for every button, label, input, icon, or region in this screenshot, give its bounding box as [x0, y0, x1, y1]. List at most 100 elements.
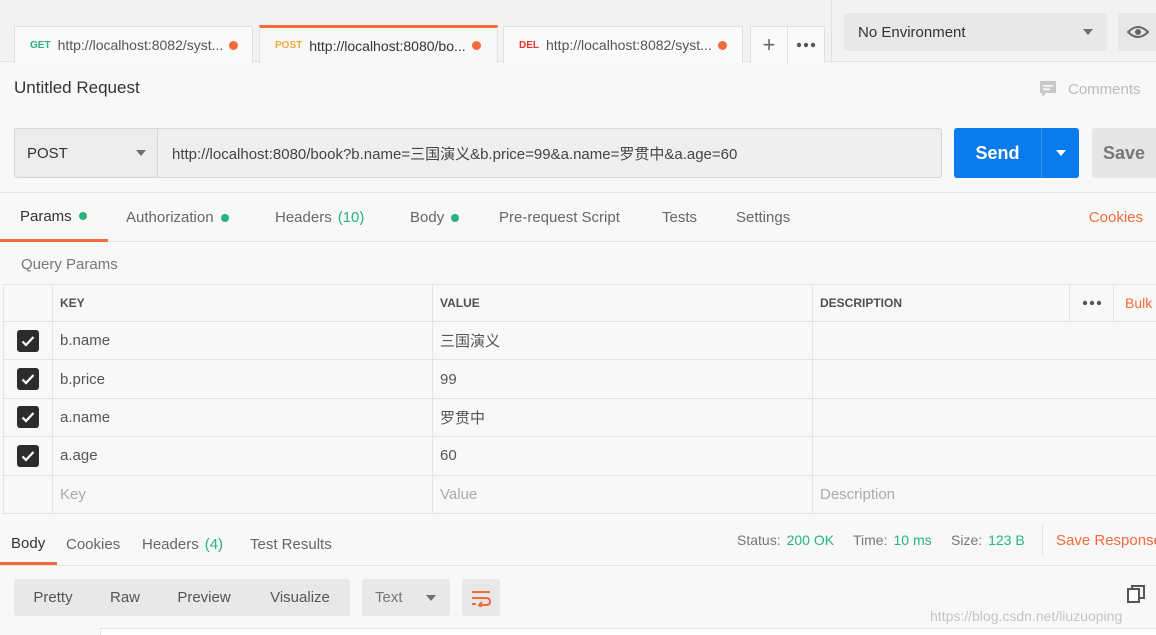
active-dot-icon	[451, 213, 460, 222]
row-checkbox-cell	[4, 437, 52, 474]
param-value[interactable]: 99	[432, 360, 812, 398]
save-button[interactable]: Save	[1092, 128, 1156, 178]
format-select[interactable]: Text	[362, 579, 450, 616]
more-dots-icon	[1082, 300, 1101, 306]
tab-label: Params	[20, 207, 72, 225]
param-key[interactable]: b.name	[52, 322, 432, 360]
tab-tests[interactable]: Tests	[662, 193, 697, 242]
view-raw-button[interactable]: Raw	[92, 579, 158, 616]
view-visualize-button[interactable]: Visualize	[250, 579, 350, 616]
status-label: Status:	[737, 532, 781, 548]
param-description[interactable]	[812, 360, 1156, 398]
table-header-row: KEY VALUE DESCRIPTION Bulk	[3, 284, 1156, 322]
param-description[interactable]	[812, 398, 1156, 437]
tab-authorization[interactable]: Authorization	[126, 193, 229, 242]
request-tab-post[interactable]: POST http://localhost:8080/bo...	[259, 25, 498, 63]
active-dot-icon	[220, 213, 229, 222]
tab-response-body[interactable]: Body	[0, 524, 57, 565]
environment-select[interactable]: No Environment	[844, 13, 1107, 51]
param-value[interactable]: 三国演义	[432, 322, 812, 360]
time-readout: Time: 10 ms	[853, 524, 932, 556]
tab-url: http://localhost:8080/bo...	[309, 37, 466, 54]
new-description-input[interactable]: Description	[812, 475, 1156, 513]
send-button[interactable]: Send	[954, 128, 1079, 178]
tab-response-headers[interactable]: Headers (4)	[142, 524, 223, 565]
row-checkbox-cell	[4, 360, 52, 397]
row-checkbox-cell	[4, 476, 52, 513]
enable-checkbox[interactable]	[17, 329, 39, 352]
checkmark-icon	[21, 451, 35, 462]
param-description[interactable]	[812, 322, 1156, 360]
header-checkbox-cell	[4, 285, 52, 321]
response-body-editor[interactable]	[100, 628, 1156, 635]
request-tab-del[interactable]: DEL http://localhost:8082/syst...	[503, 26, 743, 63]
param-value[interactable]: 罗贯中	[432, 398, 812, 437]
copy-button[interactable]	[1127, 585, 1145, 607]
save-response-button[interactable]: Save Response	[1042, 524, 1156, 556]
enable-checkbox[interactable]	[17, 368, 39, 391]
wrap-lines-button[interactable]	[462, 579, 500, 616]
chevron-down-icon	[1055, 150, 1066, 156]
tab-prerequest-script[interactable]: Pre-request Script	[499, 193, 620, 242]
request-tab-get[interactable]: GET http://localhost:8082/syst...	[14, 26, 253, 63]
comments-button[interactable]: Comments	[1038, 79, 1141, 99]
new-tab-button[interactable]: +	[750, 26, 788, 63]
environment-quick-look-button[interactable]	[1118, 13, 1156, 51]
table-row: a.name 罗贯中	[3, 398, 1156, 438]
table-options-button[interactable]	[1069, 285, 1114, 321]
watermark: https://blog.csdn.net/liuzuoping	[930, 608, 1123, 624]
param-description[interactable]	[812, 437, 1156, 475]
view-mode-group: Pretty Raw Preview Visualize	[14, 579, 350, 616]
new-key-input[interactable]: Key	[52, 475, 432, 513]
tab-settings[interactable]: Settings	[736, 193, 790, 242]
tab-headers[interactable]: Headers (10)	[275, 193, 364, 242]
tab-label: Headers	[275, 209, 332, 226]
view-preview-button[interactable]: Preview	[158, 579, 250, 616]
column-header-key: KEY	[52, 285, 432, 321]
tab-test-results[interactable]: Test Results	[250, 524, 332, 565]
chevron-down-icon	[1083, 29, 1093, 35]
query-params-table: KEY VALUE DESCRIPTION Bulk b.name 三国演义 b…	[3, 284, 1156, 514]
unsaved-dot-icon	[229, 40, 239, 50]
method-select[interactable]: POST	[14, 128, 158, 178]
column-header-value: VALUE	[432, 285, 812, 321]
param-key[interactable]: a.name	[52, 398, 432, 437]
send-options-button[interactable]	[1041, 128, 1079, 178]
param-value[interactable]: 60	[432, 437, 812, 475]
tab-label: Authorization	[126, 209, 214, 226]
tab-params[interactable]: Params	[0, 193, 108, 242]
headers-count: (4)	[204, 536, 224, 553]
time-label: Time:	[853, 532, 888, 548]
size-readout: Size: 123 B	[951, 524, 1025, 556]
bulk-edit-link[interactable]: Bulk	[1125, 285, 1152, 321]
table-row: b.price 99	[3, 360, 1156, 399]
table-row-new: Key Value Description	[3, 475, 1156, 514]
view-pretty-button[interactable]: Pretty	[14, 579, 92, 616]
format-label: Text	[375, 589, 403, 606]
tab-label: Body	[410, 209, 445, 226]
checkmark-icon	[21, 412, 35, 424]
more-dots-icon	[796, 42, 816, 48]
param-key[interactable]: a.age	[52, 437, 432, 475]
param-key[interactable]: b.price	[52, 360, 432, 398]
unsaved-dot-icon	[471, 41, 481, 50]
enable-checkbox[interactable]	[17, 406, 39, 429]
url-input[interactable]: http://localhost:8080/book?b.name=三国演义&b…	[157, 128, 942, 178]
tab-url: http://localhost:8082/syst...	[57, 37, 224, 53]
enable-checkbox[interactable]	[17, 444, 39, 467]
chevron-down-icon	[136, 150, 146, 156]
query-params-label: Query Params	[21, 256, 118, 273]
row-checkbox-cell	[4, 322, 52, 359]
size-value[interactable]: 123 B	[988, 532, 1025, 548]
send-main[interactable]: Send	[954, 128, 1041, 178]
request-title[interactable]: Untitled Request	[14, 78, 140, 98]
status-value[interactable]: 200 OK	[787, 532, 834, 548]
time-value[interactable]: 10 ms	[893, 532, 931, 548]
cookies-link[interactable]: Cookies	[1089, 193, 1143, 242]
new-value-input[interactable]: Value	[432, 475, 812, 513]
tab-response-cookies[interactable]: Cookies	[66, 524, 120, 565]
chevron-down-icon	[426, 594, 436, 601]
tab-body[interactable]: Body	[410, 193, 460, 242]
tab-options-button[interactable]	[787, 26, 825, 63]
checkmark-icon	[21, 335, 35, 347]
